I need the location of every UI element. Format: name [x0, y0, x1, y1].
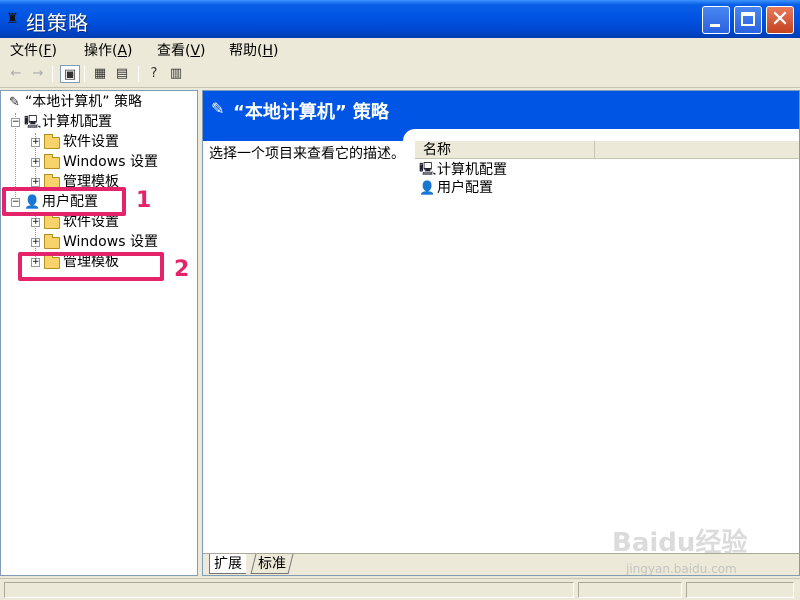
watermark-logo: Baidu经验	[612, 528, 748, 558]
tab-standard[interactable]: 标准	[250, 554, 294, 574]
folder-icon	[44, 133, 60, 149]
minimize-button[interactable]	[702, 6, 730, 34]
tree-root[interactable]: ✎ “本地计算机” 策略	[7, 93, 142, 112]
status-cell	[686, 582, 794, 598]
close-icon: ✕	[770, 7, 790, 32]
menu-help[interactable]: 帮助(H)	[229, 40, 278, 60]
column-header-name[interactable]: 名称	[415, 141, 595, 159]
computer-icon: 🖳	[419, 162, 437, 177]
computer-icon: 🖳	[24, 114, 42, 130]
status-bar	[0, 578, 800, 600]
annotation-box-1	[2, 187, 126, 216]
item-list[interactable]: 名称 🖳计算机配置 👤 用户配置	[415, 141, 799, 553]
maximize-button[interactable]	[734, 6, 762, 34]
help-icon[interactable]: ?	[144, 65, 164, 83]
tree-item-software-settings[interactable]: + 软件设置	[31, 133, 119, 152]
annotation-number-1: 1	[136, 188, 152, 213]
tab-extended[interactable]: 扩展	[209, 554, 246, 574]
folder-icon	[44, 153, 60, 169]
list-header: 名称	[415, 141, 799, 159]
forward-icon[interactable]: →	[28, 65, 48, 83]
list-item-user-config[interactable]: 👤 用户配置	[419, 179, 493, 197]
expand-icon[interactable]: +	[31, 238, 40, 247]
minimize-icon	[710, 24, 720, 27]
folder-icon	[44, 233, 60, 249]
header-title: “本地计算机” 策略	[233, 102, 389, 123]
annotation-number-2: 2	[174, 257, 190, 282]
expand-icon[interactable]: +	[31, 218, 40, 227]
window-title: 组策略	[26, 11, 89, 35]
policy-icon: ✎	[211, 99, 225, 118]
tree-item-windows-settings-user[interactable]: + Windows 设置	[31, 233, 158, 252]
toolbar-separator	[84, 66, 85, 82]
menu-view[interactable]: 查看(V)	[157, 40, 206, 60]
properties-icon[interactable]: ▦	[90, 65, 110, 83]
menu-file[interactable]: 文件(F)	[10, 40, 57, 60]
tree-item-windows-settings[interactable]: + Windows 设置	[31, 153, 158, 172]
policy-icon: ✎	[9, 94, 20, 110]
detail-pane: ✎ “本地计算机” 策略 选择一个项目来查看它的描述。 名称 🖳计算机配置 👤 用…	[202, 90, 800, 576]
folder-icon	[44, 213, 60, 229]
description-text: 选择一个项目来查看它的描述。	[209, 146, 405, 162]
expand-icon[interactable]: +	[31, 178, 40, 187]
show-tree-icon[interactable]: ▣	[60, 65, 80, 83]
console-tree-icon[interactable]: ▥	[166, 65, 186, 83]
toolbar-separator	[138, 66, 139, 82]
user-icon: 👤	[419, 180, 436, 196]
menu-action[interactable]: 操作(A)	[84, 40, 133, 60]
back-icon[interactable]: ←	[6, 65, 26, 83]
export-list-icon[interactable]: ▤	[112, 65, 132, 83]
expand-icon[interactable]: +	[31, 138, 40, 147]
annotation-box-2	[18, 252, 164, 281]
toolbar-separator	[52, 66, 53, 82]
toolbar: ← → ▣ ▦ ▤ ? ▥	[0, 62, 800, 88]
tree-item-computer-config[interactable]: − 🖳计算机配置	[11, 113, 112, 132]
status-cell-main	[4, 582, 574, 598]
expand-icon[interactable]: +	[31, 158, 40, 167]
tree-pane[interactable]: ✎ “本地计算机” 策略 − 🖳计算机配置 + 软件设置 + Windows 设置 + 管…	[0, 90, 198, 576]
close-button[interactable]: ✕	[766, 6, 794, 34]
group-policy-icon: ♜	[6, 11, 19, 27]
status-cell	[578, 582, 682, 598]
menu-bar: 文件(F) 操作(A) 查看(V) 帮助(H)	[0, 38, 800, 60]
title-bar[interactable]: ♜ 组策略 ✕	[0, 0, 800, 38]
maximize-icon	[741, 12, 755, 26]
watermark-url: jingyan.baidu.com	[626, 562, 737, 576]
list-item-computer-config[interactable]: 🖳计算机配置	[419, 161, 507, 179]
header-curve	[403, 129, 799, 141]
collapse-icon[interactable]: −	[11, 118, 20, 127]
